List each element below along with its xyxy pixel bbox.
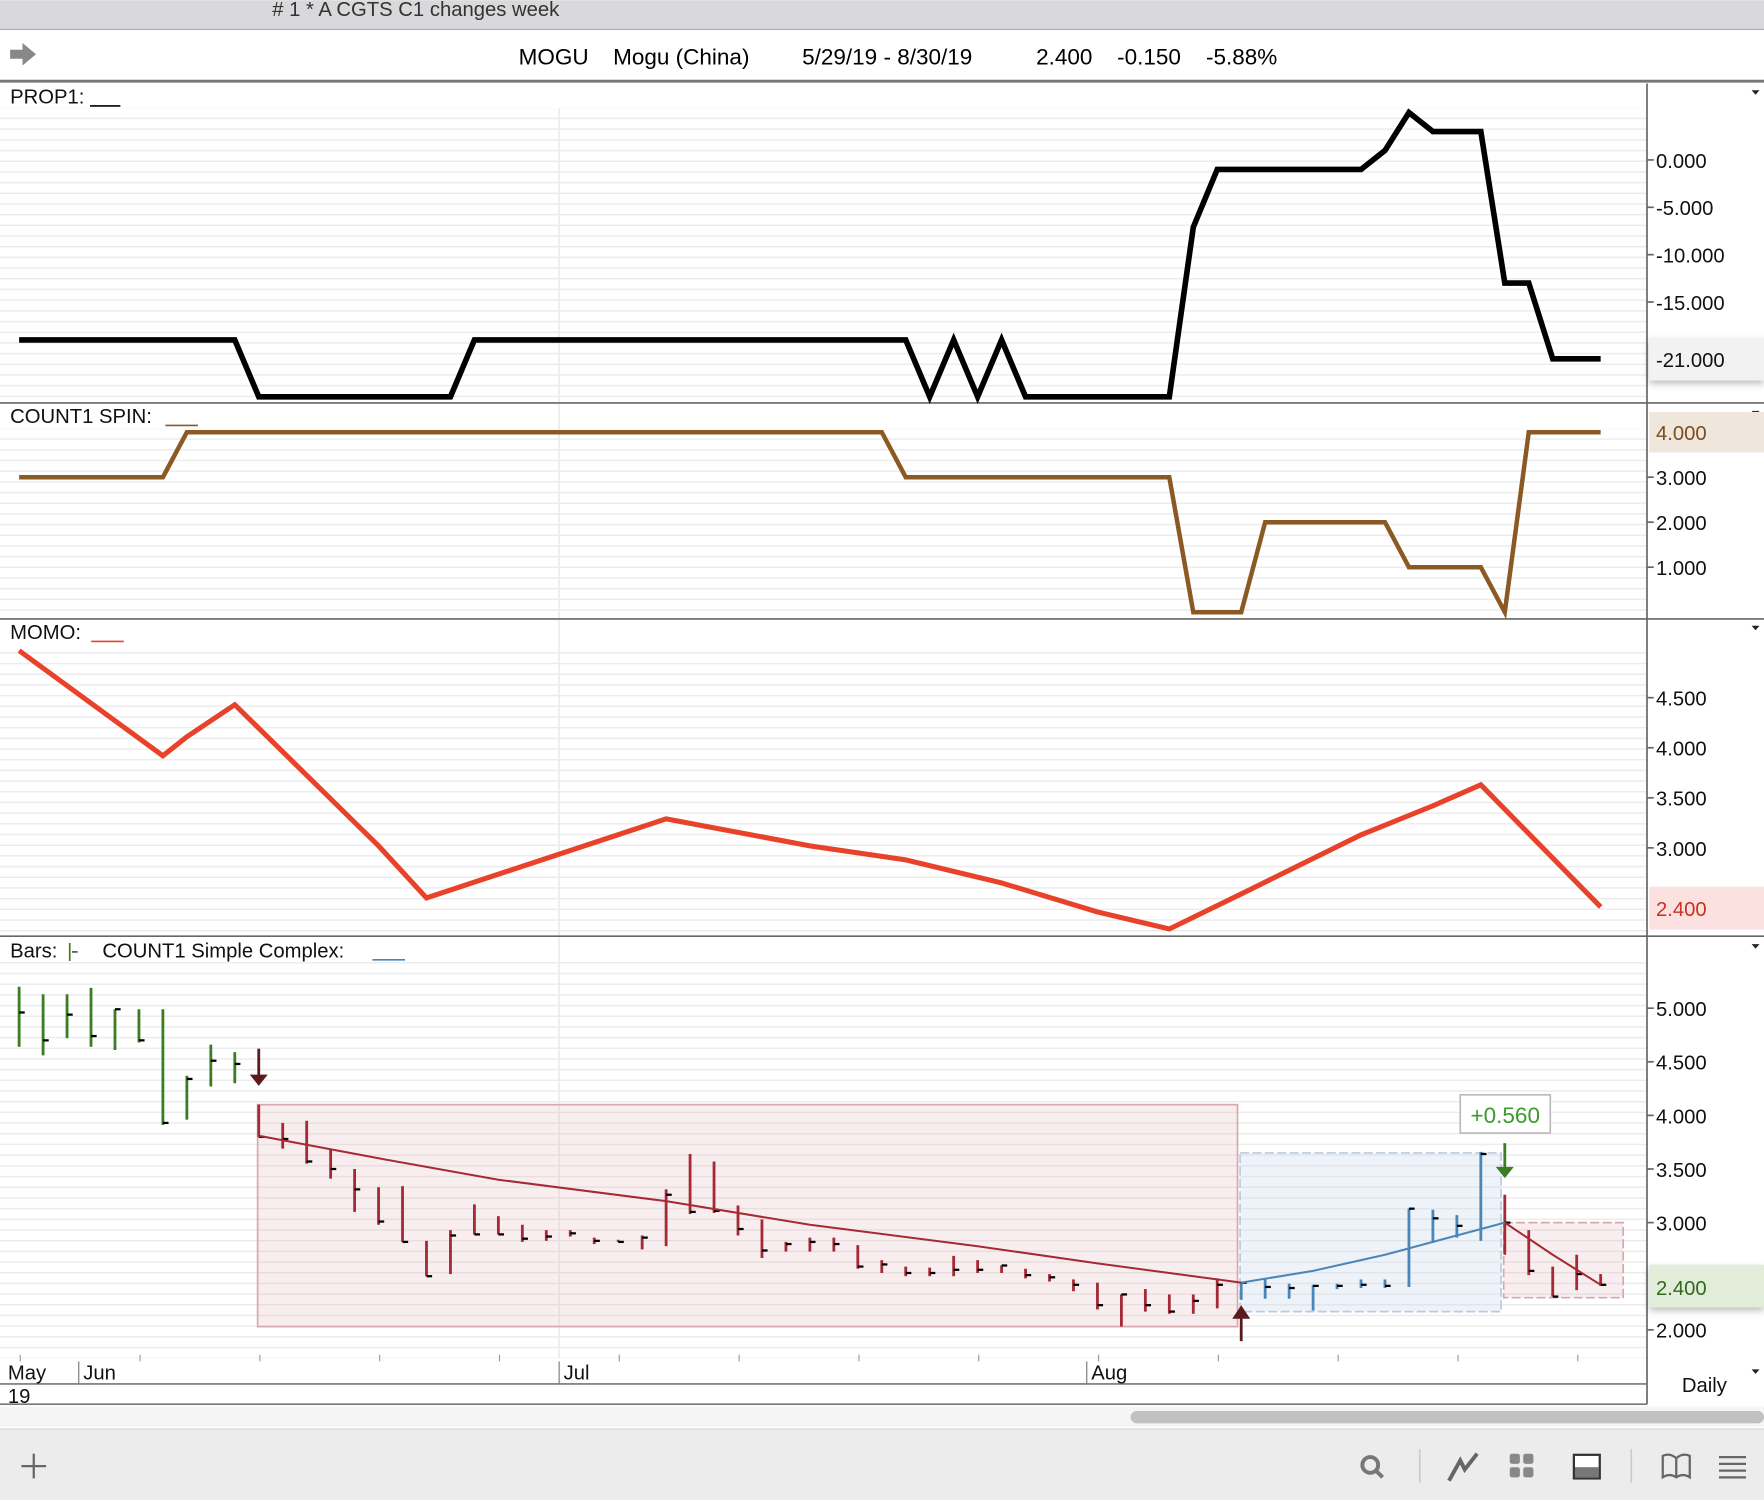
percent-change: -5.88% [1206, 44, 1277, 69]
spin-current-value: 4.000 [1656, 423, 1707, 445]
prop1-label: PROP1: [10, 87, 84, 109]
momo-panel [0, 620, 1647, 936]
period-selector[interactable]: Daily [1682, 1375, 1728, 1397]
bars-current-value: 2.400 [1656, 1278, 1707, 1300]
prop1-axis-label: -10.000 [1656, 246, 1725, 268]
bars-axis-label: 4.000 [1656, 1106, 1707, 1128]
prop1-current-value: -21.000 [1656, 350, 1725, 372]
x-label-year: 19 [8, 1386, 31, 1408]
spin-label: COUNT1 SPIN: [10, 406, 152, 428]
x-label-jul: Jul [564, 1362, 590, 1384]
x-label-aug: Aug [1091, 1362, 1127, 1384]
prop1-axis-label: 0.000 [1656, 151, 1707, 173]
momo-axis-label: 3.000 [1656, 839, 1707, 861]
simple-complex-label: COUNT1 Simple Complex: [102, 941, 344, 963]
prop1-axis-label: -5.000 [1656, 198, 1713, 220]
momo-axis-label: 3.500 [1656, 789, 1707, 811]
prop1-axis-label: -15.000 [1656, 293, 1725, 315]
spin-axis-label: 3.000 [1656, 468, 1707, 490]
symbol: MOGU [519, 44, 589, 69]
gain-annotation-text: +0.560 [1471, 1103, 1540, 1128]
bars-axis-label: 3.000 [1656, 1213, 1707, 1235]
momo-current-value: 2.400 [1656, 899, 1707, 921]
horizontal-scrollbar[interactable] [1130, 1410, 1764, 1424]
window-title: # 1 * A CGTS C1 changes week [272, 0, 560, 21]
price-change: -0.150 [1117, 44, 1181, 69]
bars-label: Bars: [10, 941, 57, 963]
bars-axis-label: 4.500 [1656, 1053, 1707, 1075]
panel-menu-icons[interactable] [1751, 90, 1760, 1374]
company-name: Mogu (China) [613, 44, 749, 69]
last-price: 2.400 [1036, 44, 1092, 69]
bottom-toolbar [0, 1428, 1764, 1500]
segment-box [256, 1103, 1239, 1328]
segment-box [1239, 1152, 1502, 1313]
spin-axis-label: 1.000 [1656, 558, 1707, 580]
x-label-may: May [8, 1362, 47, 1384]
panel-icon[interactable] [1572, 1453, 1601, 1480]
momo-axis-label: 4.500 [1656, 689, 1707, 711]
bars-axis-label: 2.000 [1656, 1321, 1707, 1343]
date-range: 5/29/19 - 8/30/19 [802, 44, 972, 69]
spin-panel [0, 404, 1647, 618]
title-bar [0, 0, 1764, 30]
bars-axis-label: 5.000 [1656, 999, 1707, 1021]
spin-axis-label: 2.000 [1656, 513, 1707, 535]
bars-axis-label: 3.500 [1656, 1160, 1707, 1182]
momo-label: MOMO: [10, 622, 81, 644]
x-label-jun: Jun [83, 1362, 116, 1384]
momo-axis-label: 4.000 [1656, 739, 1707, 761]
nav-arrow-icon[interactable] [10, 42, 36, 66]
chart-window: # 1 * A CGTS C1 changes week MOGU Mogu (… [0, 0, 1764, 1500]
